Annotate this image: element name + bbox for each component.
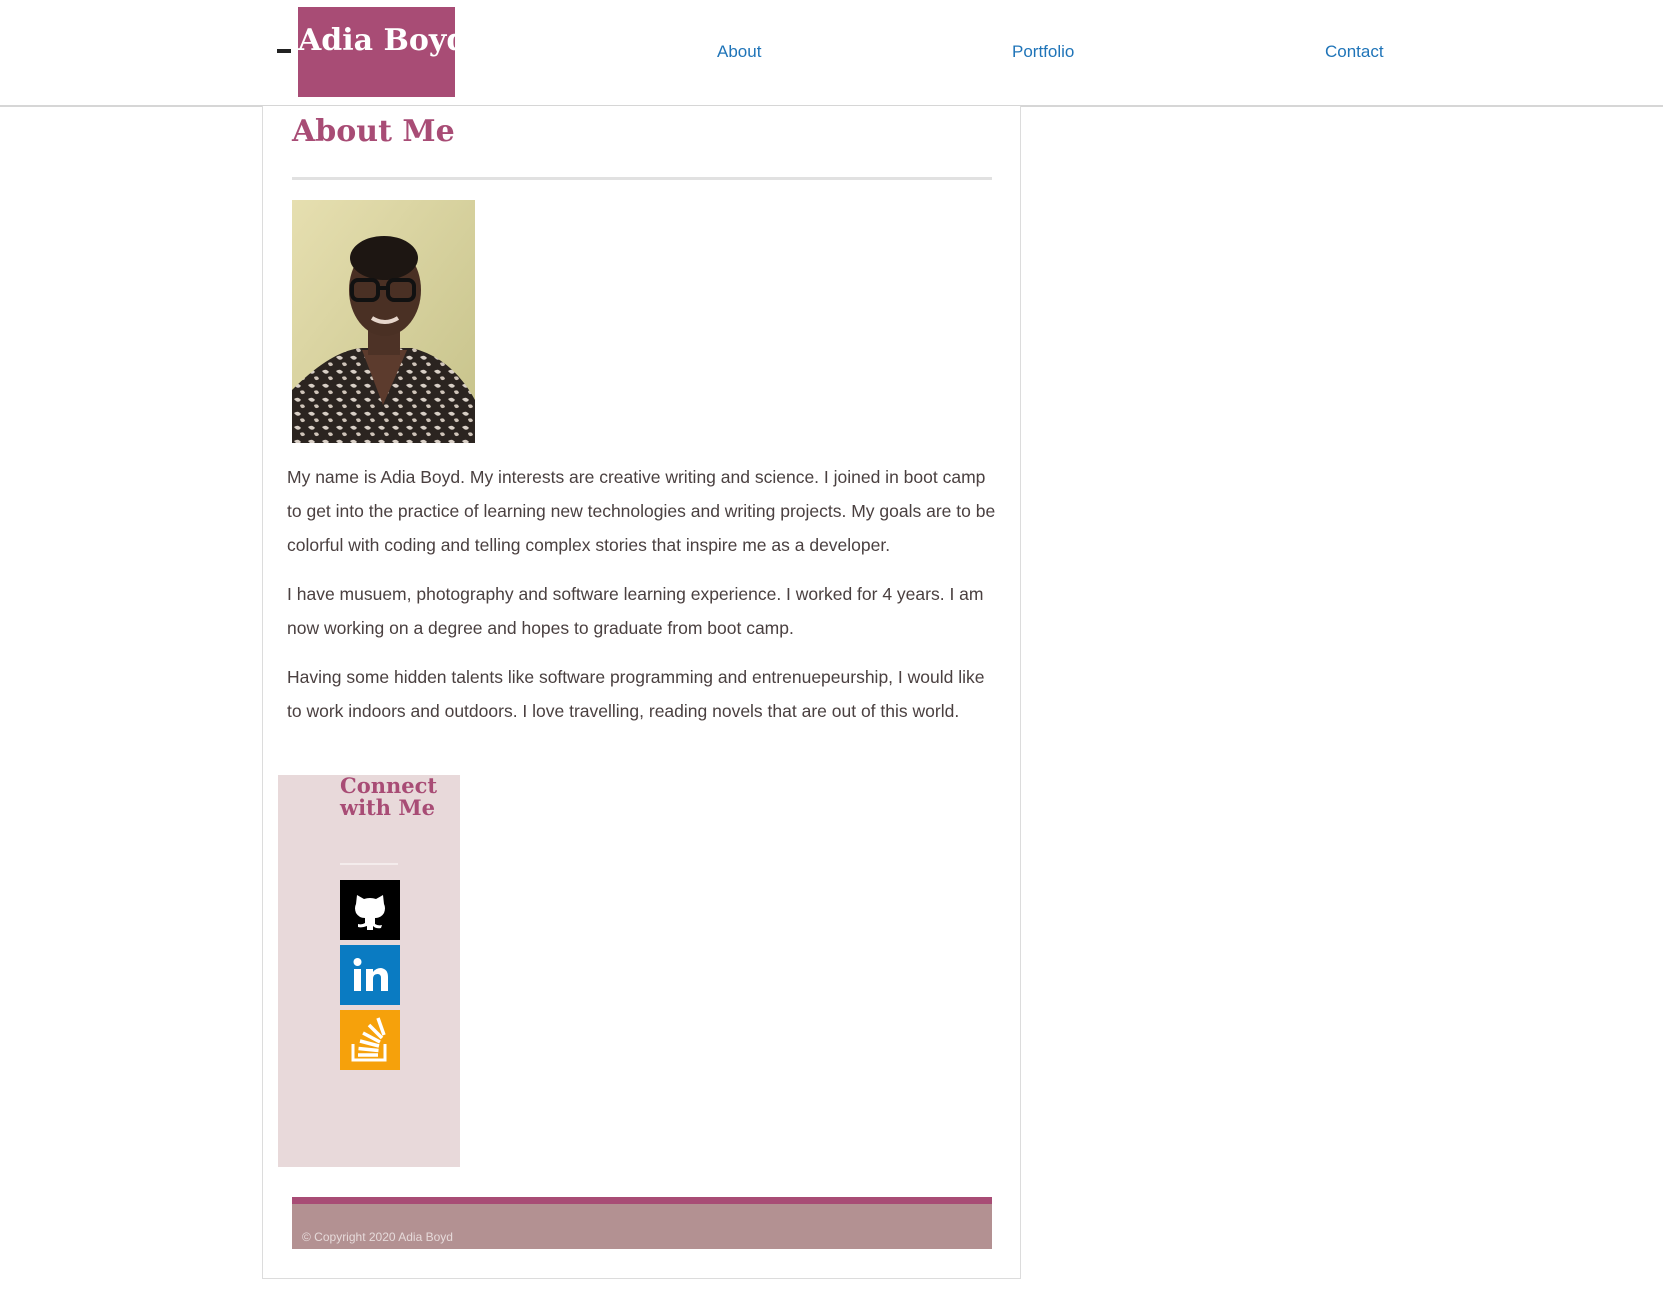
stackoverflow-link[interactable] [340,1010,400,1070]
connect-heading: Connect with Me [340,773,438,820]
page-title: About Me [292,114,455,149]
profile-photo [292,200,475,443]
github-icon [340,880,400,940]
github-link[interactable] [340,880,400,940]
page: Adia Boyd About Portfolio Contact About … [0,0,1663,1310]
bio-paragraph: I have musuem, photography and software … [287,584,984,638]
divider [292,177,992,180]
stackoverflow-icon [340,1010,400,1070]
brand-logo[interactable]: Adia Boyd [298,7,455,97]
menu-toggle-button[interactable] [277,49,291,53]
bio-paragraph: My name is Adia Boyd. My interests are c… [287,467,996,555]
nav-link-portfolio[interactable]: Portfolio [1012,42,1074,62]
site-footer: © Copyright 2020 Adia Boyd [292,1197,992,1249]
linkedin-link[interactable] [340,945,400,1005]
divider [340,863,398,865]
nav-link-contact[interactable]: Contact [1325,42,1384,62]
nav-link-about[interactable]: About [717,42,761,62]
connect-sidebar: Connect with Me [278,775,460,1167]
bio-paragraph: Having some hidden talents like software… [287,667,985,721]
copyright-text: © Copyright 2020 Adia Boyd [302,1230,453,1244]
site-header: Adia Boyd About Portfolio Contact [0,0,1663,107]
linkedin-icon [340,945,400,1005]
bio-text: My name is Adia Boyd. My interests are c… [287,460,997,743]
